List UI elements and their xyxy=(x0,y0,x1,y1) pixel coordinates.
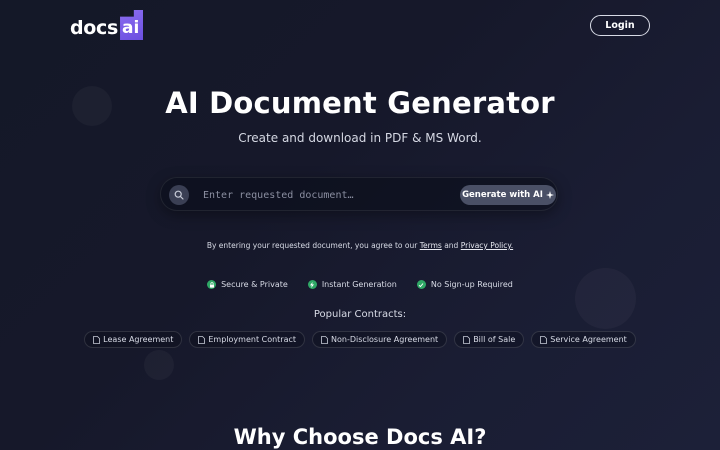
chip-bill-of-sale[interactable]: Bill of Sale xyxy=(454,331,525,348)
document-request-input[interactable] xyxy=(203,185,453,205)
feature-instant: Instant Generation xyxy=(307,280,397,289)
consent-prefix: By entering your requested document, you… xyxy=(206,241,418,250)
terms-link[interactable]: Terms xyxy=(420,241,442,250)
document-icon xyxy=(198,335,206,344)
decorative-circle xyxy=(144,350,174,380)
generate-with-ai-button[interactable]: Generate with AI xyxy=(460,185,556,205)
feature-label: Secure & Private xyxy=(221,280,288,289)
why-choose-heading: Why Choose Docs AI? xyxy=(233,425,487,449)
page-subtitle: Create and download in PDF & MS Word. xyxy=(238,131,482,145)
feature-list: Secure & Private Instant Generation No S… xyxy=(0,280,720,289)
chip-label: Service Agreement xyxy=(550,335,627,344)
document-icon xyxy=(463,335,471,344)
chip-lease-agreement[interactable]: Lease Agreement xyxy=(84,331,183,348)
generate-button-label: Generate with AI xyxy=(462,190,543,200)
chip-employment-contract[interactable]: Employment Contract xyxy=(189,331,306,348)
popular-contracts-label: Popular Contracts: xyxy=(313,309,407,320)
chip-service-agreement[interactable]: Service Agreement xyxy=(531,331,636,348)
feature-secure: Secure & Private xyxy=(207,280,288,289)
logo[interactable]: docs ai xyxy=(70,10,144,40)
consent-text: By entering your requested document, you… xyxy=(0,241,720,250)
chip-label: Bill of Sale xyxy=(473,335,516,344)
document-icon xyxy=(321,335,328,344)
feature-label: Instant Generation xyxy=(321,280,397,289)
popular-contracts-list: Lease Agreement Employment Contract Non-… xyxy=(0,331,720,348)
check-icon xyxy=(416,280,426,289)
login-button[interactable]: Login xyxy=(590,15,650,36)
chip-non-disclosure-agreement[interactable]: Non-Disclosure Agreement xyxy=(312,331,448,348)
page-title: AI Document Generator xyxy=(165,86,555,120)
logo-badge-text: ai xyxy=(122,18,140,38)
chip-label: Employment Contract xyxy=(208,335,297,344)
search-icon-glyph xyxy=(174,190,184,200)
document-icon xyxy=(93,335,101,344)
privacy-policy-link[interactable]: Privacy Policy. xyxy=(461,241,513,250)
logo-badge: ai xyxy=(120,10,144,40)
feature-label: No Sign-up Required xyxy=(430,280,513,289)
document-search-bar: Generate with AI xyxy=(160,177,558,211)
feature-no-signup: No Sign-up Required xyxy=(416,280,513,289)
logo-text: docs xyxy=(70,17,119,39)
sparkle-icon xyxy=(545,191,554,199)
lightning-icon xyxy=(307,280,317,289)
search-icon[interactable] xyxy=(169,185,189,205)
document-icon xyxy=(540,335,548,344)
chip-label: Lease Agreement xyxy=(103,335,174,344)
consent-and: and xyxy=(444,241,459,250)
lock-icon xyxy=(207,280,217,289)
chip-label: Non-Disclosure Agreement xyxy=(331,335,439,344)
